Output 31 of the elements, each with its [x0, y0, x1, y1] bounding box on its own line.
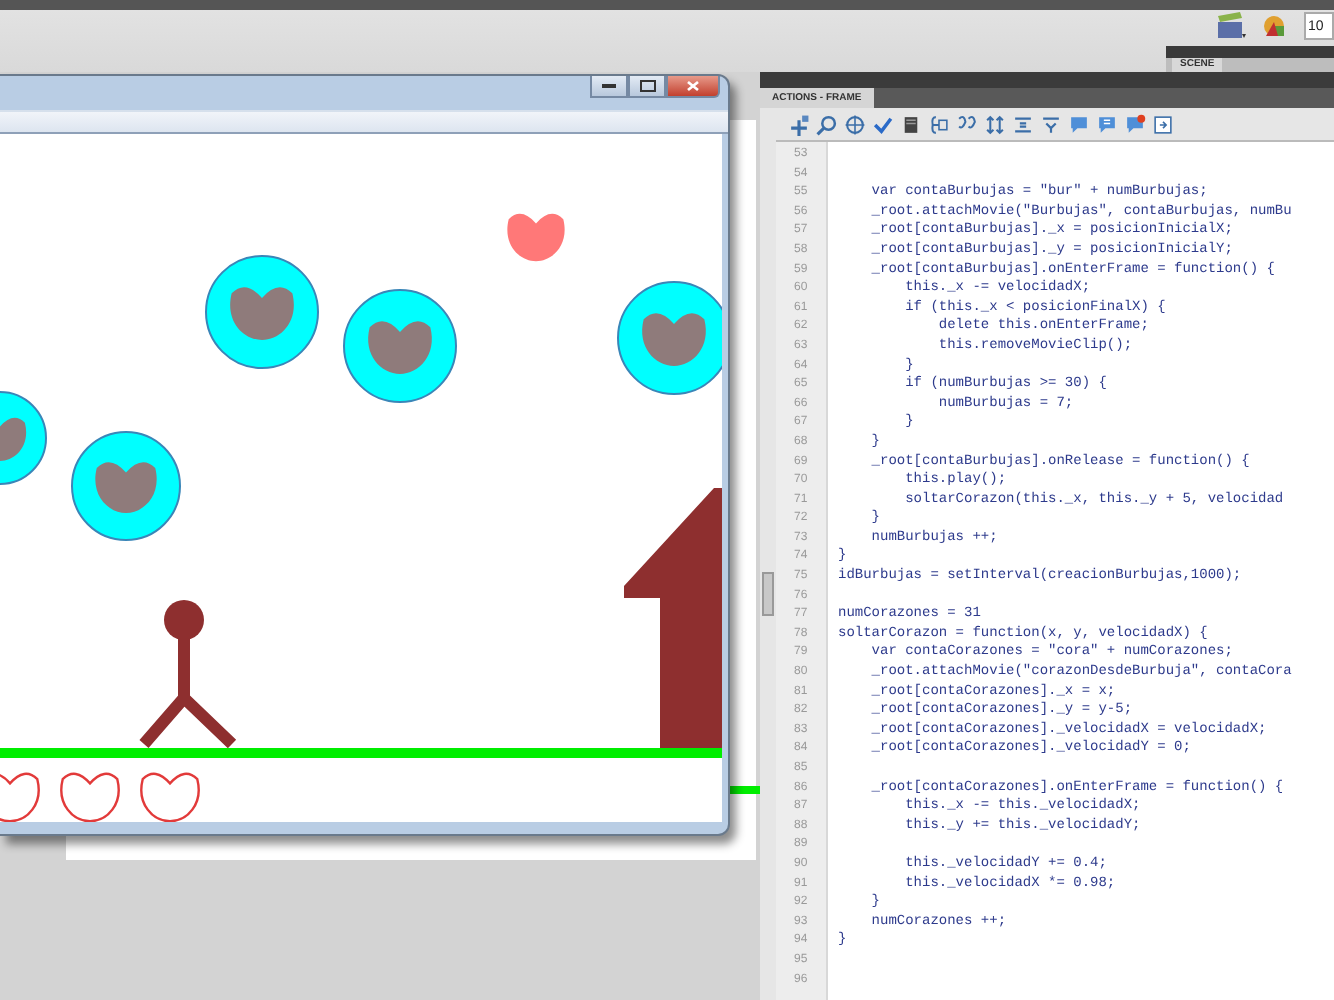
- crosshair-icon[interactable]: [844, 113, 866, 135]
- splitter-handle[interactable]: [762, 572, 774, 616]
- heart-outline-drawing: [60, 772, 120, 822]
- minimize-icon: [602, 83, 616, 89]
- comment-block-icon[interactable]: [1096, 113, 1118, 135]
- maximize-button[interactable]: [628, 76, 666, 98]
- check-icon[interactable]: [872, 113, 894, 135]
- close-icon: [686, 80, 700, 92]
- bubble-drawing: [71, 431, 181, 541]
- panel-icon[interactable]: [1152, 113, 1174, 135]
- heart-outline-drawing: [0, 772, 40, 822]
- comment-icon[interactable]: [1068, 113, 1090, 135]
- bubble-drawing: [617, 281, 722, 395]
- clapper-icon[interactable]: [1216, 12, 1248, 40]
- page-icon[interactable]: [900, 113, 922, 135]
- plus-icon[interactable]: [788, 113, 810, 135]
- braces-icon[interactable]: [928, 113, 950, 135]
- bubble-drawing: [0, 391, 47, 485]
- expand-icon[interactable]: [984, 113, 1006, 135]
- heart-outline-drawing: [140, 772, 200, 822]
- bubble-drawing: [343, 289, 457, 403]
- close-button[interactable]: [666, 76, 720, 98]
- uncomment-icon[interactable]: [1124, 113, 1146, 135]
- minimize-button[interactable]: [590, 76, 628, 98]
- heart-drawing: [507, 213, 565, 262]
- maximize-icon: [639, 80, 655, 92]
- search-icon[interactable]: [816, 113, 838, 135]
- collapse-icon[interactable]: [1012, 113, 1034, 135]
- bubble-drawing: [205, 255, 319, 369]
- collapse-selection-icon[interactable]: [1040, 113, 1062, 135]
- code-editor[interactable]: [776, 140, 1334, 1000]
